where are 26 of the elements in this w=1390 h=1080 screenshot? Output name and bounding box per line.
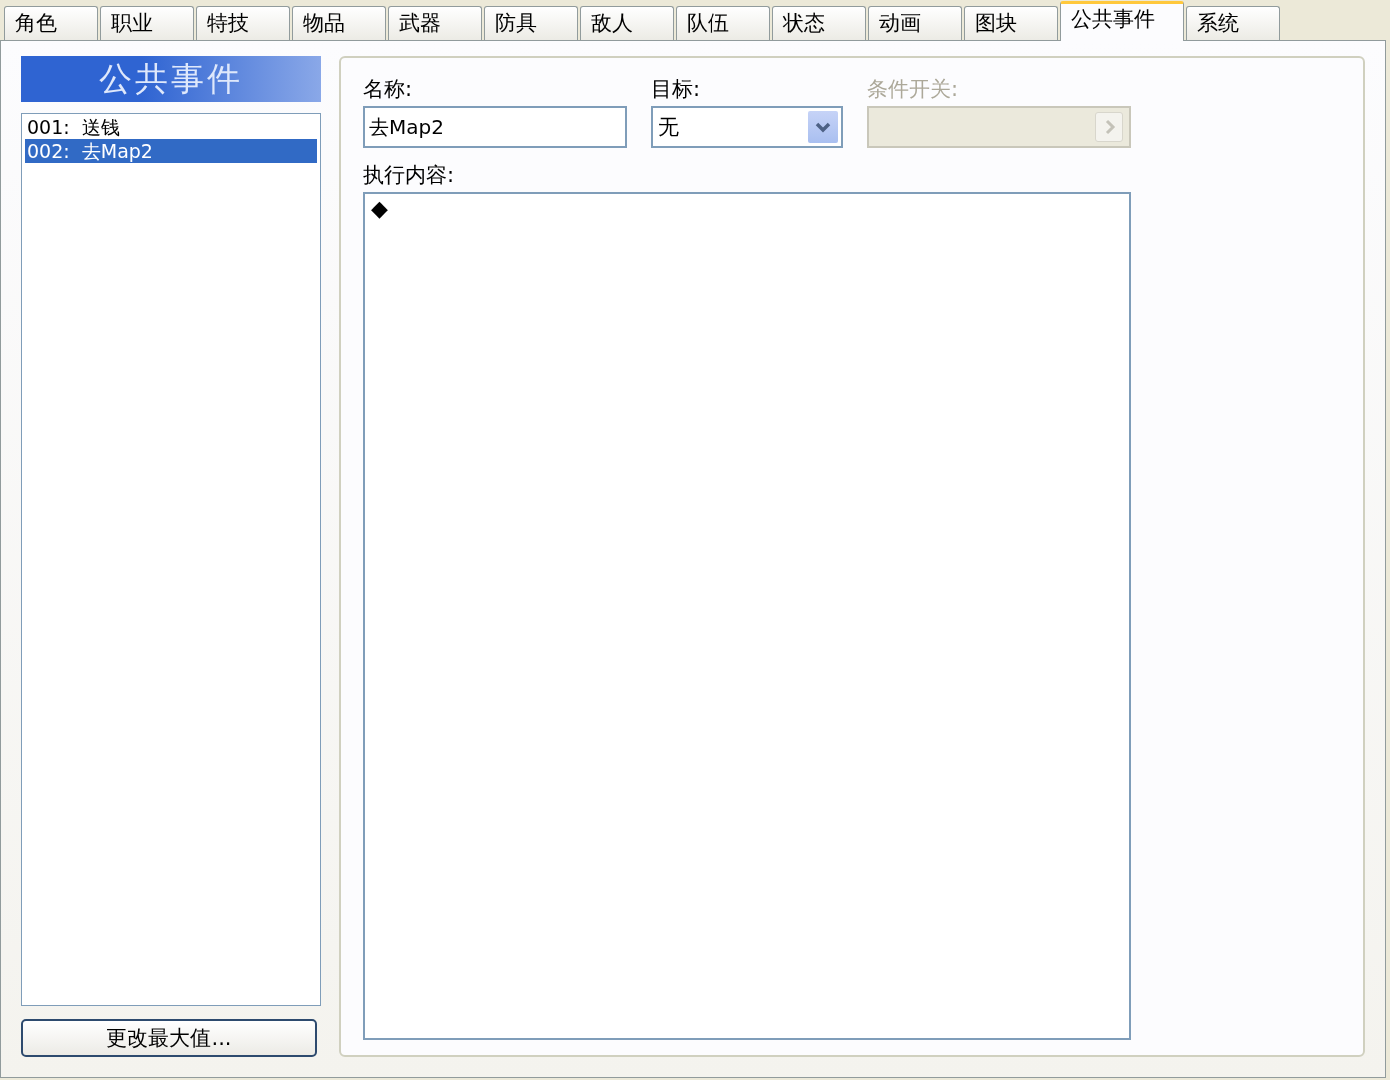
- name-field[interactable]: 去Map2: [363, 106, 627, 148]
- tab[interactable]: 动画: [868, 6, 962, 40]
- tab[interactable]: 敌人: [580, 6, 674, 40]
- tab[interactable]: 武器: [388, 6, 482, 40]
- tab[interactable]: 队伍: [676, 6, 770, 40]
- change-max-button[interactable]: 更改最大值...: [21, 1019, 317, 1057]
- tab[interactable]: 防具: [484, 6, 578, 40]
- tab[interactable]: 职业: [100, 6, 194, 40]
- tab[interactable]: 状态: [772, 6, 866, 40]
- name-label: 名称:: [363, 76, 414, 102]
- tab[interactable]: 物品: [292, 6, 386, 40]
- chevron-down-icon[interactable]: [808, 111, 838, 143]
- contents-label: 执行内容:: [363, 163, 455, 187]
- command-line[interactable]: ◆: [371, 196, 1123, 222]
- tab[interactable]: 图块: [964, 6, 1058, 40]
- tab[interactable]: 系统: [1186, 6, 1280, 40]
- target-label: 目标:: [651, 76, 702, 102]
- tab[interactable]: 公共事件: [1060, 1, 1184, 41]
- list-item[interactable]: 002: 去Map2: [25, 139, 317, 163]
- tab[interactable]: 角色: [4, 6, 98, 40]
- list-item[interactable]: 001: 送钱: [25, 115, 317, 139]
- switch-label: 条件开关:: [867, 76, 960, 102]
- list-header: 公共事件: [21, 56, 321, 102]
- target-value: 无: [658, 114, 679, 141]
- tab[interactable]: 特技: [196, 6, 290, 40]
- target-dropdown[interactable]: 无: [651, 106, 843, 148]
